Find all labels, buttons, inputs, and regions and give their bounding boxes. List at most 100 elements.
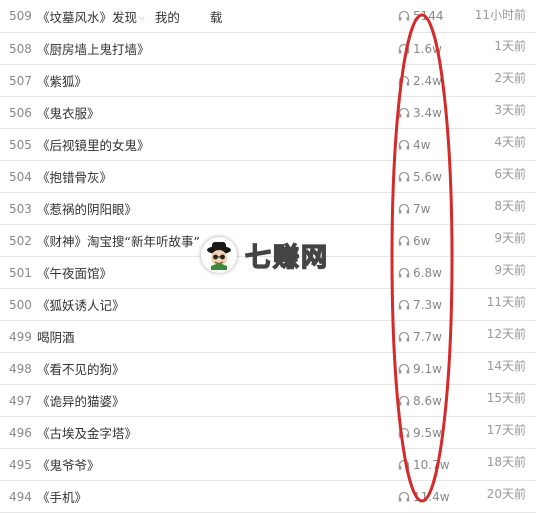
play-count: 11.4w	[398, 481, 450, 512]
play-count: 7w	[398, 193, 430, 224]
episode-time: 20天前	[486, 487, 526, 501]
episode-number: 495	[9, 457, 32, 472]
episode-title-link[interactable]: 喝阴酒	[37, 321, 75, 352]
play-count: 9.5w	[398, 417, 442, 448]
play-count-value: 9.5w	[413, 425, 442, 440]
play-count-value: 5144	[413, 9, 444, 23]
watermark-text: 七赚网	[244, 242, 330, 273]
episode-number: 498	[9, 361, 32, 376]
headphones-icon	[398, 235, 410, 247]
episode-title-link[interactable]: 《后视镜里的女鬼》	[37, 129, 150, 160]
episode-row[interactable]: 508 《厨房墙上鬼打墙》 1.6w 1天前	[0, 33, 536, 65]
mascot-logo-icon	[201, 237, 237, 273]
headphones-icon	[398, 139, 410, 151]
play-count: 8.6w	[398, 385, 442, 416]
episode-row[interactable]: 504 《抱错骨灰》 5.6w 6天前	[0, 161, 536, 193]
play-count-value: 10.7w	[413, 457, 450, 472]
episode-row[interactable]: 498 《看不见的狗》 9.1w 14天前	[0, 353, 536, 385]
play-count-value: 11.4w	[413, 489, 450, 504]
play-count-value: 4w	[413, 137, 431, 152]
episode-title-link[interactable]: 《财神》淘宝搜“新年听故事”	[37, 225, 200, 256]
headphones-icon	[398, 10, 410, 22]
episode-row[interactable]: 506 《鬼衣服》 3.4w 3天前	[0, 97, 536, 129]
play-count-value: 5.6w	[413, 169, 442, 184]
episode-number: 499	[9, 329, 32, 344]
episode-row[interactable]: 495 《鬼爷爷》 10.7w 18天前	[0, 449, 536, 481]
episode-time: 11天前	[486, 295, 526, 309]
episode-title-link[interactable]: 《午夜面馆》	[37, 257, 112, 288]
episode-time: 3天前	[494, 103, 526, 117]
watermark: 七赚网	[201, 236, 329, 274]
episode-row[interactable]: 496 《古埃及金字塔》 9.5w 17天前	[0, 417, 536, 449]
episode-number: 497	[9, 393, 32, 408]
play-count: 7.7w	[398, 321, 442, 352]
headphones-icon	[398, 395, 410, 407]
play-count-value: 3.4w	[413, 105, 442, 120]
headphones-icon	[398, 363, 410, 375]
headphones-icon	[398, 107, 410, 119]
episode-row[interactable]: 507 《紫狐》 2.4w 2天前	[0, 65, 536, 97]
episode-row[interactable]: 500 《狐妖诱人记》 7.3w 11天前	[0, 289, 536, 321]
episode-title-link[interactable]: 《看不见的狗》	[37, 353, 125, 384]
episode-number: 509	[9, 9, 32, 23]
play-count: 9.1w	[398, 353, 442, 384]
play-count: 3.4w	[398, 97, 442, 128]
headphones-icon	[398, 171, 410, 183]
play-count: 7.3w	[398, 289, 442, 320]
play-count-value: 6w	[413, 233, 431, 248]
play-count-value: 7.3w	[413, 297, 442, 312]
episode-row[interactable]: 505 《后视镜里的女鬼》 4w 4天前	[0, 129, 536, 161]
episode-title-link[interactable]: 《古埃及金字塔》	[37, 417, 137, 448]
episode-time: 6天前	[494, 167, 526, 181]
play-count-value: 8.6w	[413, 393, 442, 408]
headphones-icon	[398, 43, 410, 55]
episode-row[interactable]: 499 喝阴酒 7.7w 12天前	[0, 321, 536, 353]
episode-number: 496	[9, 425, 32, 440]
episode-number: 501	[9, 265, 32, 280]
episode-number: 504	[9, 169, 32, 184]
episode-number: 502	[9, 233, 32, 248]
episode-row[interactable]: 503 《惹祸的阴阳眼》 7w 8天前	[0, 193, 536, 225]
episode-title-link[interactable]: 《坟墓风水》发现 ⌵ 我的 载	[37, 0, 222, 32]
play-count: 6.8w	[398, 257, 442, 288]
play-count-value: 7.7w	[413, 329, 442, 344]
episode-number: 503	[9, 201, 32, 216]
episode-title-link[interactable]: 《厨房墙上鬼打墙》	[37, 33, 150, 64]
episode-title-link[interactable]: 《鬼爷爷》	[37, 449, 100, 480]
episode-title-extra: 我的	[154, 9, 180, 25]
episode-time: 4天前	[494, 135, 526, 149]
play-count-value: 2.4w	[413, 73, 442, 88]
play-count-value: 1.6w	[413, 41, 442, 56]
play-count: 5144	[398, 0, 444, 32]
episode-title-text: 《坟墓风水》发现	[37, 9, 138, 25]
episode-time: 15天前	[486, 391, 526, 405]
episode-number: 507	[9, 73, 32, 88]
episode-title-link[interactable]: 《狐妖诱人记》	[37, 289, 125, 320]
episode-row[interactable]: 497 《诡异的猫婆》 8.6w 15天前	[0, 385, 536, 417]
episode-row[interactable]: 509 《坟墓风水》发现 ⌵ 我的 载 5144 11小时前	[0, 0, 536, 33]
headphones-icon	[398, 299, 410, 311]
play-count: 10.7w	[398, 449, 450, 480]
episode-title-link[interactable]: 《惹祸的阴阳眼》	[37, 193, 137, 224]
episode-time: 9天前	[494, 263, 526, 277]
headphones-icon	[398, 267, 410, 279]
episode-time: 8天前	[494, 199, 526, 213]
episode-title-link[interactable]: 《诡异的猫婆》	[37, 385, 125, 416]
episode-title-link[interactable]: 《抱错骨灰》	[37, 161, 112, 192]
chevron-down-icon: ⌵	[138, 13, 145, 23]
episode-number: 494	[9, 489, 32, 504]
episode-time: 1天前	[494, 39, 526, 53]
episode-title-link[interactable]: 《紫狐》	[37, 65, 87, 96]
headphones-icon	[398, 331, 410, 343]
episode-title-extra-2: 载	[209, 9, 223, 25]
episode-time: 12天前	[486, 327, 526, 341]
episode-row[interactable]: 494 《手机》 11.4w 20天前	[0, 481, 536, 513]
episode-title-link[interactable]: 《鬼衣服》	[37, 97, 100, 128]
episode-time: 18天前	[486, 455, 526, 469]
episode-time: 2天前	[494, 71, 526, 85]
episode-title-link[interactable]: 《手机》	[37, 481, 87, 512]
episode-number: 506	[9, 105, 32, 120]
headphones-icon	[398, 203, 410, 215]
play-count: 2.4w	[398, 65, 442, 96]
episode-number: 500	[9, 297, 32, 312]
